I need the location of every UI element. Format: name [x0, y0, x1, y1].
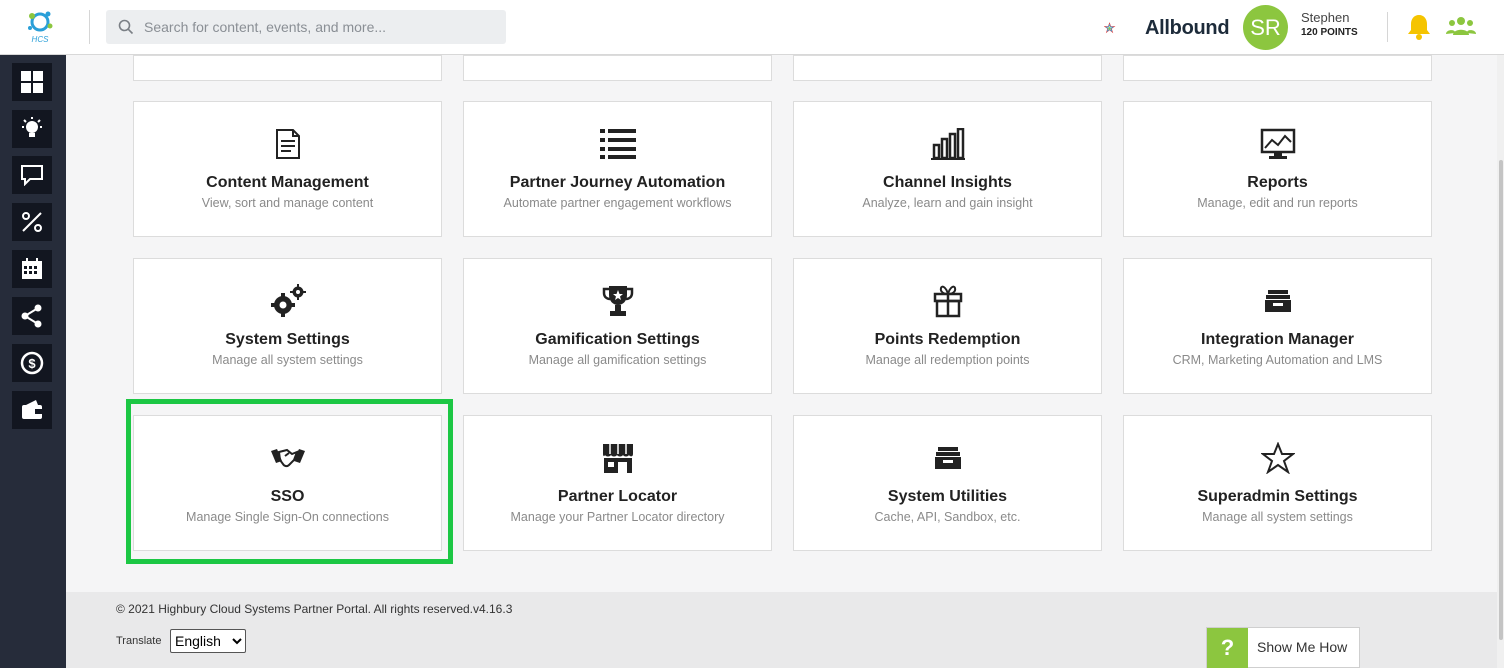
card-description: Analyze, learn and gain insight — [862, 196, 1033, 210]
user-points: 120 POINTS — [1301, 27, 1358, 38]
document-icon — [275, 129, 300, 159]
monitor-chart-icon — [1260, 128, 1295, 159]
bell-icon[interactable] — [1406, 13, 1432, 41]
search-input[interactable] — [144, 10, 494, 44]
bar-chart-icon — [930, 128, 965, 160]
user-name[interactable]: Stephen — [1301, 10, 1349, 25]
share-icon — [21, 304, 42, 328]
card-title: Gamification Settings — [535, 331, 700, 348]
card-description: Manage your Partner Locator directory — [510, 510, 725, 524]
header-divider — [1387, 12, 1388, 42]
card-title: Superadmin Settings — [1197, 488, 1358, 505]
sidebar-item-deals[interactable] — [12, 203, 52, 241]
sidebar-item-calendar[interactable] — [12, 250, 52, 288]
card-description: Manage, edit and run reports — [1197, 196, 1358, 210]
translate-label: Translate — [116, 635, 162, 647]
lightbulb-icon — [22, 117, 42, 137]
sidebar-item-share[interactable] — [12, 297, 52, 335]
card-integration-manager[interactable]: Integration Manager CRM, Marketing Autom… — [1123, 258, 1432, 394]
dashboard-grid-icon — [21, 71, 43, 93]
card-description: Automate partner engagement workflows — [503, 196, 732, 210]
card-content-management[interactable]: Content Management View, sort and manage… — [133, 101, 442, 237]
partial-card[interactable] — [463, 55, 772, 81]
show-me-how-label: Show Me How — [1257, 639, 1348, 655]
card-title: Partner Journey Automation — [509, 174, 726, 191]
partial-card[interactable] — [793, 55, 1102, 81]
card-superadmin-settings[interactable]: Superadmin Settings Manage all system se… — [1123, 415, 1432, 551]
sidebar: $ — [0, 55, 66, 668]
partial-card[interactable] — [133, 55, 442, 81]
show-me-how-button[interactable]: ? Show Me How — [1206, 627, 1360, 668]
card-description: View, sort and manage content — [201, 196, 374, 210]
sidebar-item-mdf[interactable]: $ — [12, 344, 52, 382]
gift-icon — [933, 285, 962, 318]
card-title: System Utilities — [887, 488, 1008, 505]
card-description: Manage all system settings — [1202, 510, 1353, 524]
card-gamification-settings[interactable]: Gamification Settings Manage all gamific… — [463, 258, 772, 394]
partial-card[interactable] — [1123, 55, 1432, 81]
drawer-icon — [934, 447, 961, 469]
avatar[interactable]: SR — [1243, 5, 1288, 50]
card-title: Points Redemption — [874, 331, 1021, 348]
card-system-utilities[interactable]: System Utilities Cache, API, Sandbox, et… — [793, 415, 1102, 551]
top-bar: HCS Allbound SR Stephen 120 POINTS — [0, 0, 1504, 55]
calendar-icon — [22, 258, 42, 279]
storefront-icon — [602, 444, 633, 473]
card-system-settings[interactable]: System Settings Manage all system settin… — [133, 258, 442, 394]
allbound-star-logo — [1104, 22, 1116, 34]
copyright-text: © 2021 Highbury Cloud Systems Partner Po… — [116, 602, 513, 616]
wallet-icon — [22, 400, 42, 419]
hcs-logo[interactable]: HCS — [22, 8, 58, 46]
help-icon: ? — [1207, 628, 1248, 668]
card-description: Manage all system settings — [212, 353, 363, 367]
card-title: System Settings — [225, 331, 350, 348]
card-points-redemption[interactable]: Points Redemption Manage all redemption … — [793, 258, 1102, 394]
card-reports[interactable]: Reports Manage, edit and run reports — [1123, 101, 1432, 237]
chat-icon — [21, 165, 43, 186]
search-bar[interactable] — [106, 10, 506, 44]
sidebar-item-dashboard[interactable] — [12, 63, 52, 101]
card-description: CRM, Marketing Automation and LMS — [1172, 353, 1383, 367]
card-description: Cache, API, Sandbox, etc. — [874, 510, 1021, 524]
card-channel-insights[interactable]: Channel Insights Analyze, learn and gain… — [793, 101, 1102, 237]
card-title: Reports — [1247, 174, 1308, 191]
search-icon — [118, 19, 134, 35]
card-title: Channel Insights — [883, 174, 1012, 191]
header-divider — [89, 10, 90, 44]
scrollbar-thumb[interactable] — [1499, 160, 1503, 640]
brand-name: Allbound — [1145, 17, 1230, 39]
svg-text:$: $ — [28, 356, 36, 371]
dollar-icon: $ — [20, 351, 44, 375]
list-icon — [599, 129, 636, 159]
sidebar-item-messages[interactable] — [12, 156, 52, 194]
svg-text:HCS: HCS — [32, 35, 50, 44]
card-title: Partner Locator — [557, 488, 678, 505]
gears-icon — [270, 284, 306, 317]
card-title: Integration Manager — [1201, 331, 1354, 348]
language-select[interactable]: English — [170, 629, 246, 653]
card-description: Manage all gamification settings — [528, 353, 707, 367]
trophy-icon — [602, 286, 633, 316]
selection-highlight — [126, 399, 453, 564]
sidebar-item-wallet[interactable] — [12, 391, 52, 429]
card-title: Content Management — [206, 174, 369, 191]
sidebar-item-ideas[interactable] — [12, 110, 52, 148]
card-description: Manage all redemption points — [865, 353, 1030, 367]
people-icon[interactable] — [1446, 16, 1476, 36]
drawer-icon — [1264, 290, 1291, 312]
star-outline-icon — [1260, 442, 1295, 474]
card-partner-journey-automation[interactable]: Partner Journey Automation Automate part… — [463, 101, 772, 237]
percent-icon — [22, 212, 42, 232]
card-partner-locator[interactable]: Partner Locator Manage your Partner Loca… — [463, 415, 772, 551]
